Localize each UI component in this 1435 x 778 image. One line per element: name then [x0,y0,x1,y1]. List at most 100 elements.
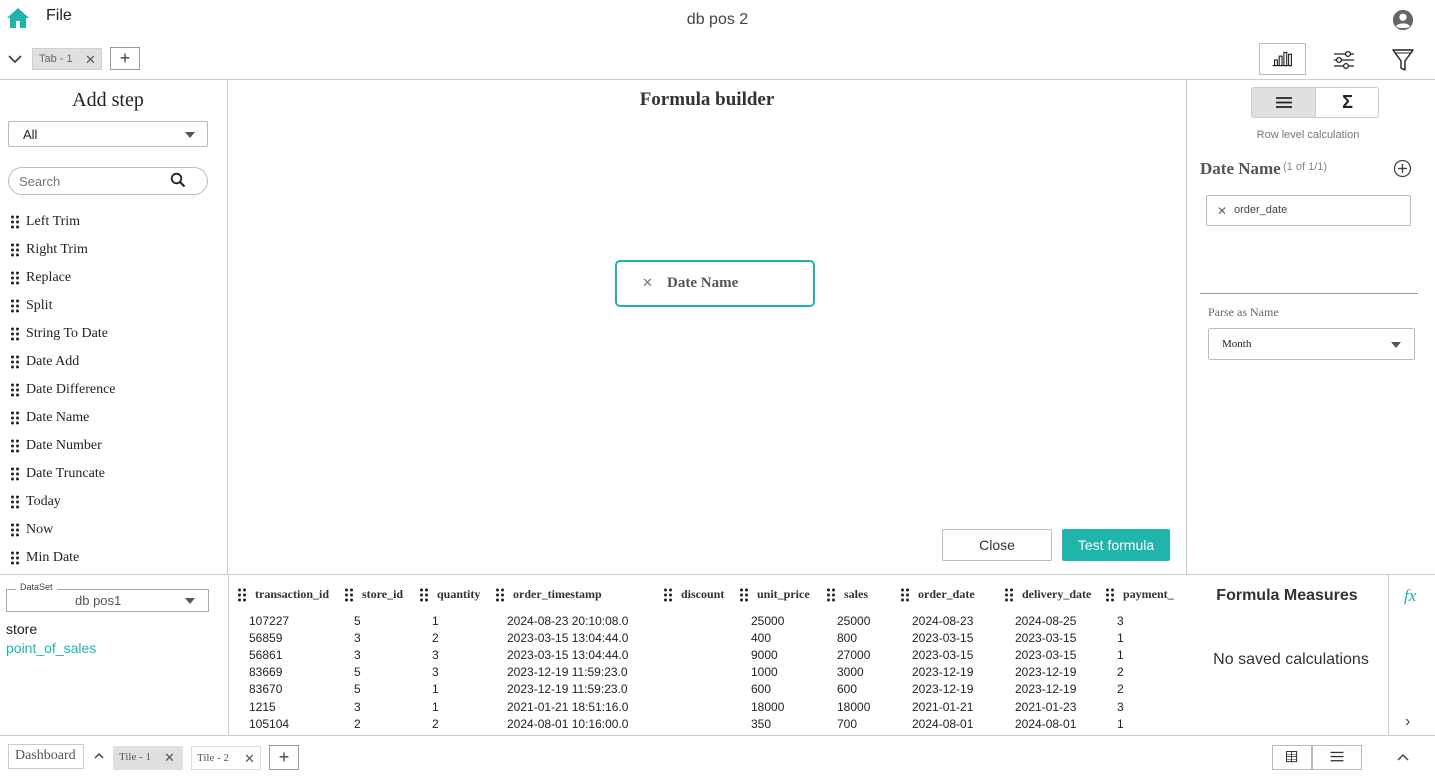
account-icon[interactable] [1392,9,1414,31]
column-header[interactable]: unit_price [739,587,810,602]
parse-as-value: Month [1222,338,1252,350]
step-item[interactable]: Date Add [10,354,79,370]
fx-icon[interactable]: fx [1404,586,1416,606]
step-item[interactable]: Date Difference [10,382,116,398]
step-item[interactable]: Now [10,522,53,538]
drag-handle-icon[interactable] [237,588,247,602]
search-icon[interactable] [170,172,186,188]
step-item[interactable]: Replace [10,270,71,286]
chevron-up-icon[interactable] [1396,751,1410,763]
drag-handle-icon[interactable] [495,588,505,602]
tile-tab-1[interactable]: Tile - 1 ✕ [113,746,183,770]
drag-handle-icon[interactable] [10,271,20,285]
drag-handle-icon[interactable] [10,467,20,481]
remove-argument-icon[interactable]: ✕ [1217,204,1227,218]
table-cell: 1000 [751,665,778,680]
data-grid: transaction_id store_id quantity order_time… [228,575,1186,735]
parse-as-select[interactable]: Month [1208,328,1415,360]
table-cell: 3 [354,699,361,714]
sliders-icon[interactable] [1326,46,1362,74]
column-header[interactable]: order_date [900,587,975,602]
list-view-button[interactable] [1312,745,1362,770]
drag-handle-icon[interactable] [10,215,20,229]
column-header[interactable]: sales [826,587,868,602]
table-item-store[interactable]: store [6,621,37,637]
column-header[interactable]: discount [663,587,724,602]
drag-handle-icon[interactable] [10,383,20,397]
step-item[interactable]: Right Trim [10,242,88,258]
category-value: All [23,127,38,142]
formula-block[interactable]: ✕ Date Name [615,260,815,307]
step-item[interactable]: Today [10,494,61,510]
drag-handle-icon[interactable] [900,588,910,602]
test-formula-button[interactable]: Test formula [1062,529,1170,561]
step-item[interactable]: Min Date [10,550,79,566]
column-header[interactable]: transaction_id [237,587,329,602]
table-cell: 2024-08-01 [1015,716,1077,731]
chart-view-button[interactable] [1259,43,1306,75]
step-item[interactable]: Split [10,298,52,314]
close-icon[interactable]: ✕ [85,52,96,68]
table-cell: 107227 [249,614,290,628]
dashboard-button[interactable]: Dashboard [8,744,84,769]
drag-handle-icon[interactable] [10,411,20,425]
drag-handle-icon[interactable] [344,588,354,602]
remove-block-icon[interactable]: ✕ [642,275,653,291]
formula-builder-title: Formula builder [639,89,775,110]
drag-handle-icon[interactable] [419,588,429,602]
measures-empty-message: No saved calculations [1213,651,1369,668]
grid-view-button[interactable] [1272,745,1312,770]
column-header[interactable]: delivery_date [1004,587,1091,602]
column-header[interactable]: order_timestamp [495,587,602,602]
close-icon[interactable]: ✕ [244,751,255,767]
table-cell: 3000 [837,665,864,680]
drag-handle-icon[interactable] [10,327,20,341]
drag-handle-icon[interactable] [10,299,20,313]
drag-handle-icon[interactable] [10,551,20,565]
argument-chip[interactable]: ✕ order_date [1206,195,1411,226]
list-icon [1330,751,1344,762]
step-item[interactable]: Left Trim [10,214,80,230]
category-select[interactable]: All [8,121,208,147]
table-cell: 5 [354,614,361,628]
step-label: Right Trim [26,242,88,257]
drag-handle-icon[interactable] [1105,588,1115,602]
drag-handle-icon[interactable] [10,495,20,509]
dataset-select[interactable]: db pos1 [6,589,209,612]
add-circle-icon[interactable] [1393,159,1412,178]
column-header[interactable]: store_id [344,587,403,602]
table-cell: 2021-01-21 [912,699,974,714]
tab-1[interactable]: Tab - 1 ✕ [32,48,102,70]
drag-handle-icon[interactable] [1004,588,1014,602]
add-tab-button[interactable]: + [110,47,140,70]
table-cell: 2023-12-19 11:59:23.0 [507,682,628,697]
step-item[interactable]: String To Date [10,326,108,342]
step-item[interactable]: Date Truncate [10,466,105,482]
close-icon[interactable]: ✕ [164,750,175,766]
step-label: Date Number [26,438,102,453]
add-tile-button[interactable]: + [269,745,299,770]
table-cell: 2023-03-15 [1015,648,1077,663]
drag-handle-icon[interactable] [826,588,836,602]
drag-handle-icon[interactable] [663,588,673,602]
drag-handle-icon[interactable] [10,355,20,369]
aggregate-toggle[interactable]: Σ [1316,88,1378,117]
step-item[interactable]: Date Name [10,410,89,426]
drag-handle-icon[interactable] [10,523,20,537]
column-header[interactable]: payment_ [1105,587,1174,602]
column-header[interactable]: quantity [419,587,480,602]
chevron-down-icon[interactable] [6,52,24,66]
drag-handle-icon[interactable] [10,243,20,257]
column-label: store_id [362,587,404,601]
tile-tab-2[interactable]: Tile - 2 ✕ [191,746,261,770]
chevron-up-icon[interactable] [93,750,105,762]
drag-handle-icon[interactable] [739,588,749,602]
row-level-toggle[interactable] [1252,88,1316,117]
chevron-right-icon[interactable]: › [1405,713,1410,731]
close-button[interactable]: Close [942,529,1052,561]
drag-handle-icon[interactable] [10,439,20,453]
filter-icon[interactable] [1390,46,1416,74]
table-cell: 3 [432,648,439,663]
step-item[interactable]: Date Number [10,438,102,454]
table-item-point-of-sales[interactable]: point_of_sales [6,640,96,656]
